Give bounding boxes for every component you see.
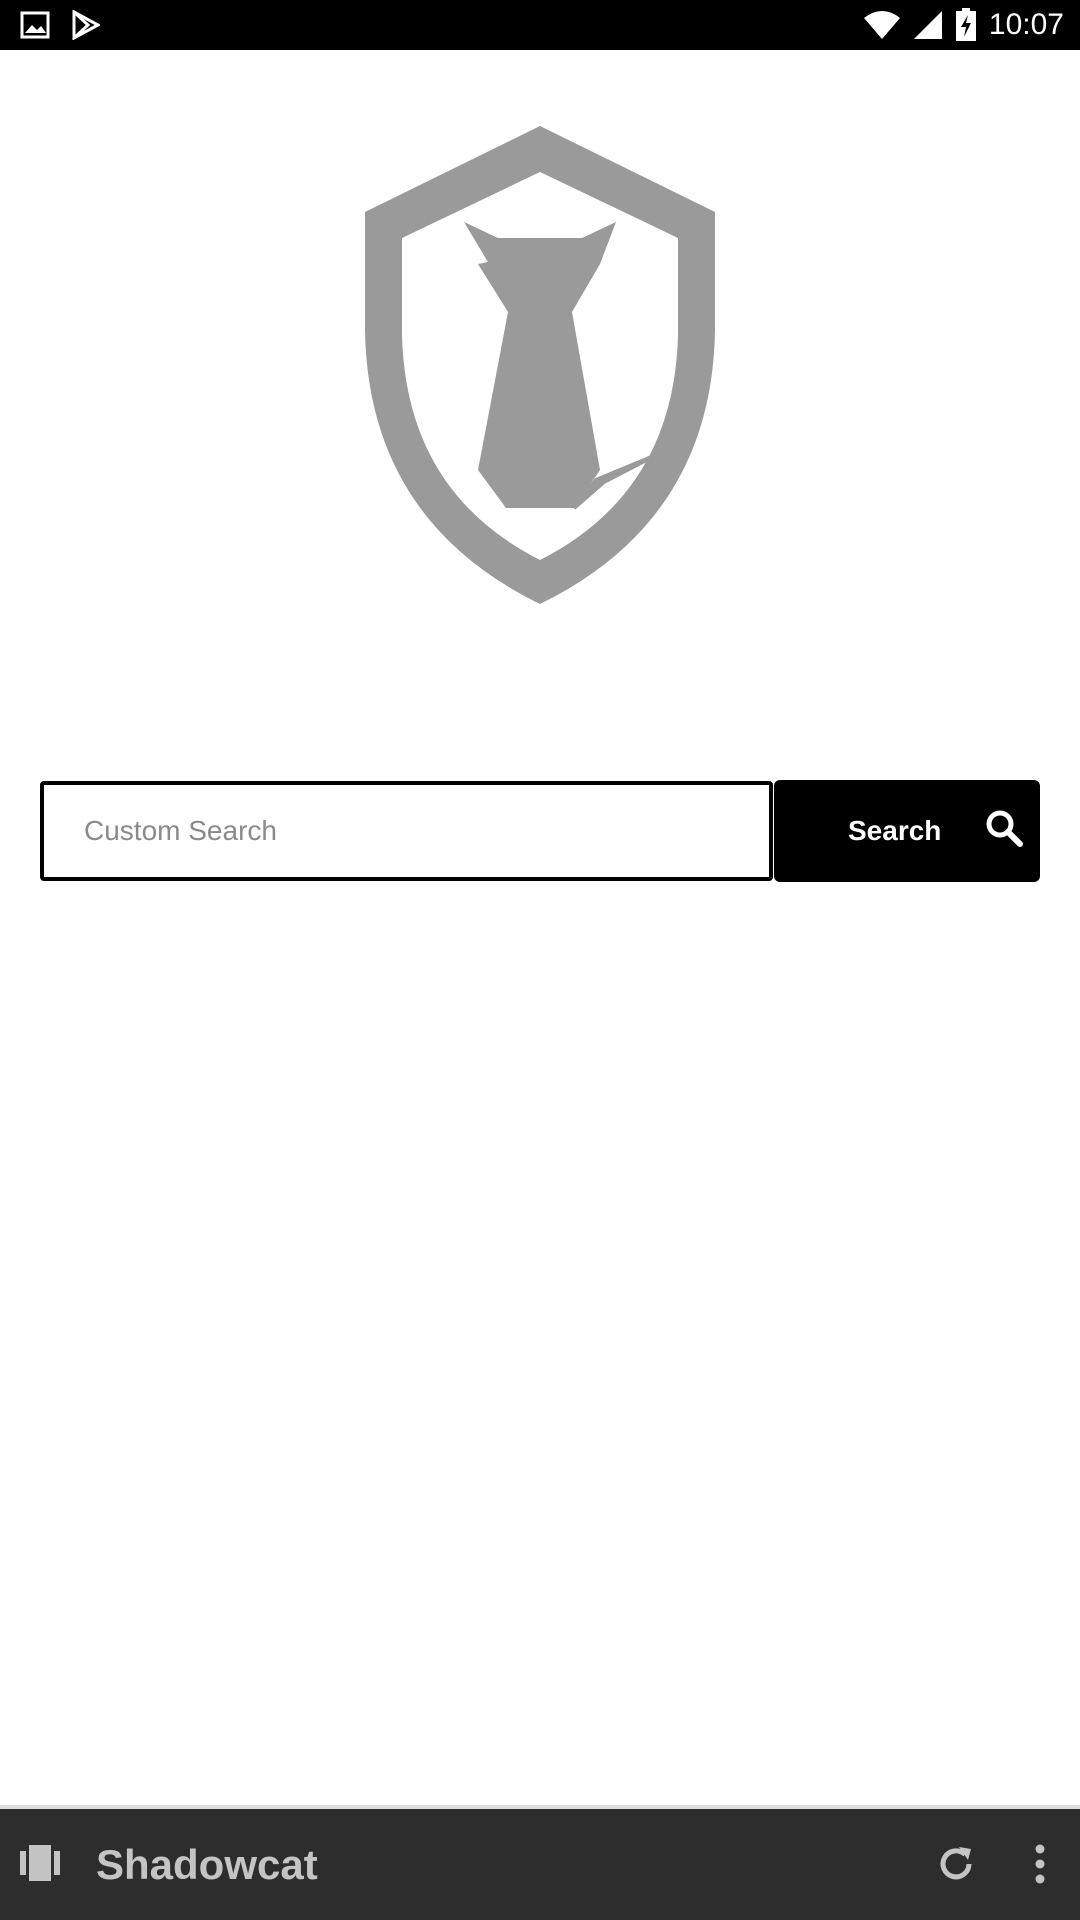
app-switch-icon[interactable]: [20, 1845, 60, 1881]
search-button[interactable]: Search: [774, 780, 1040, 882]
search-input[interactable]: [40, 781, 773, 881]
more-vert-icon[interactable]: [1028, 1843, 1052, 1885]
app-title: Shadowcat: [96, 1841, 318, 1888]
refresh-icon[interactable]: [935, 1843, 977, 1885]
status-bar: 10:07: [0, 0, 1080, 50]
search-button-label: Search: [848, 815, 942, 846]
wifi-icon: [863, 11, 900, 39]
bottom-app-bar: Shadowcat: [0, 1805, 1080, 1920]
status-time: 10:07: [988, 8, 1064, 41]
play-store-icon: [72, 10, 100, 40]
shield-cat-logo: [365, 126, 715, 604]
status-right-icons: 10:07: [863, 6, 1064, 44]
image-icon: [20, 11, 50, 39]
signal-icon: [913, 11, 942, 39]
screen: 10:07 Search Shadowcat: [0, 0, 1080, 1920]
search-icon: [986, 810, 1023, 847]
status-left-icons: [20, 10, 100, 40]
battery-charging-icon: [955, 8, 976, 41]
